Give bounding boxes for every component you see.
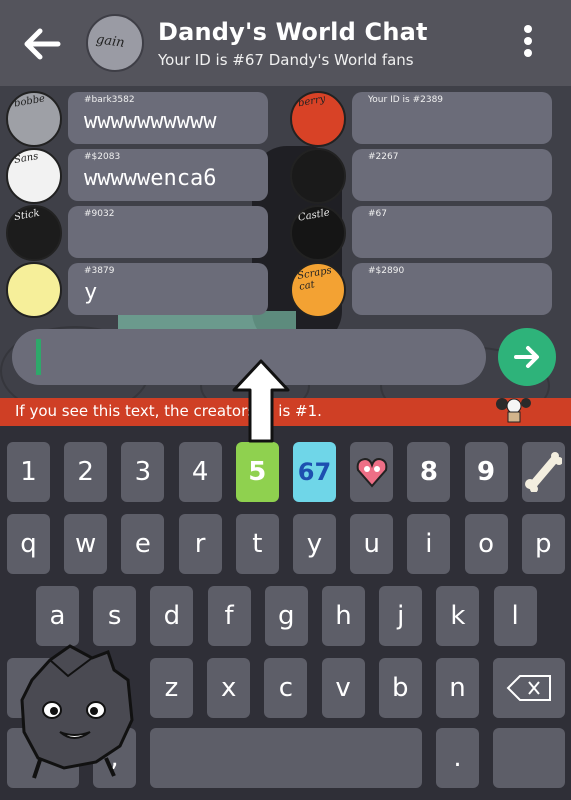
- message-bubble: #67: [352, 206, 552, 258]
- message-sender-id: Your ID is #2389: [368, 95, 444, 105]
- key-b[interactable]: b: [378, 658, 422, 718]
- message-text: y: [84, 280, 98, 305]
- message-sender-id: #3879: [84, 266, 115, 276]
- chat-message[interactable]: Scraps cat #$2890: [290, 262, 552, 318]
- message-sender-id: #9032: [84, 209, 115, 219]
- message-text: wwwwwenca6: [84, 166, 217, 191]
- key-e[interactable]: e: [121, 514, 165, 574]
- key-t[interactable]: t: [235, 514, 279, 574]
- message-avatar[interactable]: Sans: [6, 148, 62, 204]
- key-5[interactable]: 5: [235, 442, 279, 502]
- message-bubble: Your ID is #2389: [352, 92, 552, 144]
- key-8[interactable]: 8: [407, 442, 451, 502]
- key-u[interactable]: u: [350, 514, 394, 574]
- key-l[interactable]: l: [493, 586, 537, 646]
- space-bar[interactable]: [150, 728, 422, 788]
- chat-message[interactable]: Stick #9032: [6, 205, 268, 261]
- key-p[interactable]: p: [521, 514, 565, 574]
- key-i[interactable]: i: [407, 514, 451, 574]
- message-text: wwwwwwwwww: [84, 109, 217, 134]
- heart-sticker-icon: [356, 457, 388, 488]
- enter-key[interactable]: [493, 728, 565, 788]
- key-d[interactable]: d: [150, 586, 194, 646]
- chat-message[interactable]: bobbe #bark3582 wwwwwwwwww: [6, 91, 268, 147]
- message-sender-id: #$2890: [368, 266, 405, 276]
- key-1[interactable]: 1: [7, 442, 50, 502]
- avatar-doodle-text: Sans: [13, 150, 40, 167]
- message-sender-id: #67: [368, 209, 387, 219]
- key-heart-sticker[interactable]: [350, 442, 394, 502]
- key-3[interactable]: 3: [121, 442, 165, 502]
- key-v[interactable]: v: [321, 658, 365, 718]
- chat-subtitle: Your ID is #67 Dandy's World fans: [158, 51, 414, 69]
- avatar-doodle-text: Scraps cat: [296, 265, 333, 293]
- message-avatar[interactable]: bobbe: [6, 91, 62, 147]
- key-k[interactable]: k: [436, 586, 480, 646]
- message-avatar[interactable]: berry: [290, 91, 346, 147]
- send-button[interactable]: [498, 328, 556, 386]
- key-q[interactable]: q: [7, 514, 50, 574]
- key-a[interactable]: a: [36, 586, 79, 646]
- message-sender-id: #bark3582: [84, 95, 135, 105]
- message-bubble: #bark3582 wwwwwwwwww: [68, 92, 268, 144]
- key-f[interactable]: f: [207, 586, 251, 646]
- avatar-doodle-text: berry: [297, 93, 327, 110]
- arrow-up-icon: [232, 359, 290, 443]
- backspace-key[interactable]: [493, 658, 565, 718]
- arrow-left-icon: [24, 28, 61, 60]
- send-arrow-icon: [514, 346, 539, 368]
- more-vertical-icon[interactable]: [516, 22, 540, 64]
- chat-avatar[interactable]: gain: [86, 14, 144, 72]
- key-z[interactable]: z: [150, 658, 193, 718]
- message-sender-id: #2267: [368, 152, 399, 162]
- message-sender-id: #$2083: [84, 152, 121, 162]
- key-g[interactable]: g: [264, 586, 308, 646]
- avatar-doodle-text: bobbe: [13, 93, 46, 110]
- bone-sticker-icon: [525, 452, 563, 492]
- key-r[interactable]: r: [178, 514, 222, 574]
- key-y[interactable]: y: [293, 514, 336, 574]
- character-doodle-icon: [496, 398, 531, 423]
- message-bubble: #9032: [68, 206, 268, 258]
- key-o[interactable]: o: [464, 514, 508, 574]
- key-x[interactable]: x: [207, 658, 251, 718]
- message-avatar[interactable]: [6, 262, 62, 318]
- message-avatar[interactable]: Stick: [6, 205, 62, 261]
- key-c[interactable]: c: [264, 658, 308, 718]
- key-n[interactable]: n: [436, 658, 479, 718]
- key-period[interactable]: .: [436, 728, 479, 788]
- chat-message[interactable]: Castle #67: [290, 205, 552, 261]
- avatar-doodle-text: Castle: [297, 207, 331, 224]
- message-bubble: #$2083 wwwwwenca6: [68, 149, 268, 201]
- key-67[interactable]: 67: [293, 442, 336, 502]
- key-s[interactable]: s: [93, 586, 137, 646]
- key-4[interactable]: 4: [178, 442, 222, 502]
- message-avatar[interactable]: Scraps cat: [290, 262, 346, 318]
- chat-message[interactable]: Sans #$2083 wwwwwenca6: [6, 148, 268, 204]
- key-9[interactable]: 9: [464, 442, 508, 502]
- message-bubble: #3879 y: [68, 263, 268, 315]
- key-j[interactable]: j: [379, 586, 423, 646]
- key-h[interactable]: h: [322, 586, 365, 646]
- text-cursor: [36, 339, 41, 375]
- message-bubble: #$2890: [352, 263, 552, 315]
- message-avatar[interactable]: [290, 148, 346, 204]
- backspace-icon: [506, 675, 551, 701]
- chat-message[interactable]: #2267: [290, 148, 552, 204]
- chat-message[interactable]: #3879 y: [6, 262, 268, 318]
- chat-title: Dandy's World Chat: [158, 18, 428, 46]
- back-button[interactable]: [20, 22, 64, 66]
- message-bubble: #2267: [352, 149, 552, 201]
- key-bone-sticker[interactable]: [521, 442, 565, 502]
- message-avatar[interactable]: Castle: [290, 205, 346, 261]
- chat-header: gain Dandy's World Chat Your ID is #67 D…: [0, 0, 571, 86]
- key-w[interactable]: w: [64, 514, 108, 574]
- key-2[interactable]: 2: [64, 442, 108, 502]
- avatar-doodle-text: Stick: [13, 207, 41, 224]
- avatar-doodle-text: gain: [95, 32, 126, 51]
- chat-message[interactable]: berry Your ID is #2389: [290, 91, 552, 147]
- creature-doodle-icon: [20, 644, 134, 779]
